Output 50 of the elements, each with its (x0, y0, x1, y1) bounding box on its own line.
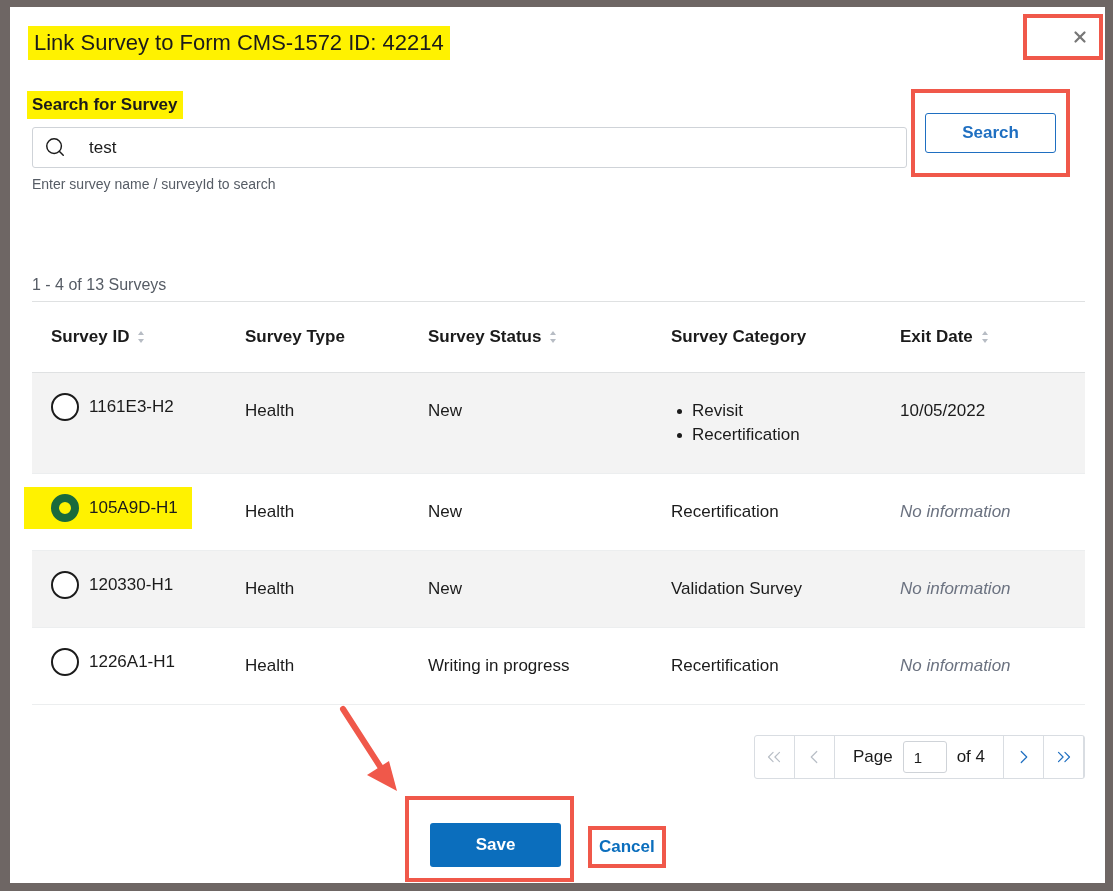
table-cell-text: No information (900, 578, 1012, 600)
table-cell-text: No information (900, 655, 1012, 677)
column-header: Survey ID (51, 326, 130, 349)
table-cell-text: Health (245, 400, 296, 422)
table-cell-text: Health (245, 655, 296, 677)
radio-button[interactable] (51, 494, 79, 522)
column-header: Survey Status (428, 326, 542, 349)
search-icon (44, 136, 66, 158)
sort-icon[interactable] (549, 330, 558, 344)
page-total: of 4 (956, 746, 985, 769)
radio-button[interactable] (51, 648, 79, 676)
search-label: Search for Survey (27, 91, 183, 119)
table-cell-text: New (428, 400, 463, 422)
results-count: 1 - 4 of 13 Surveys (32, 275, 168, 295)
survey-id: 105A9D-H1 (89, 497, 178, 519)
table-cell-text: Health (245, 578, 296, 600)
table-cell-text: Recertification (671, 655, 780, 677)
survey-id: 1226A1-H1 (89, 651, 175, 673)
bullet-icon (677, 432, 682, 438)
bullet-icon (677, 408, 682, 414)
category-item: Recertification (677, 423, 900, 447)
table-cell-text: Health (245, 501, 296, 523)
table-row[interactable]: 1161E3-H2 Health New Revisit Recertification 10/05/2022 (32, 373, 1085, 474)
table-cell-text: No information (900, 501, 1012, 523)
column-header: Exit Date (900, 326, 973, 349)
save-button[interactable]: Save (430, 823, 561, 867)
sort-icon[interactable] (980, 330, 989, 344)
table-cell-text: Writing in progress (428, 655, 571, 677)
search-field[interactable]: test (32, 127, 907, 168)
survey-id: 1161E3-H2 (89, 396, 174, 418)
close-button[interactable] (1071, 28, 1089, 46)
table-cell-text: 10/05/2022 (900, 400, 987, 422)
column-header: Survey Category (671, 326, 807, 349)
table-cell-text: Recertification (671, 501, 780, 523)
radio-button[interactable] (51, 571, 79, 599)
search-hint: Enter survey name / surveyId to search (32, 175, 277, 194)
page-input[interactable]: 1 (902, 741, 947, 773)
table-row[interactable]: 120330-H1 Health New Validation Survey No information (32, 551, 1085, 628)
table-cell-text: Validation Survey (671, 578, 804, 600)
dialog-title: Link Survey to Form CMS-1572 ID: 42214 (28, 26, 450, 60)
radio-button[interactable] (51, 393, 79, 421)
table-cell-text: New (428, 501, 463, 523)
category-item: Revisit (677, 399, 900, 423)
cancel-link[interactable]: Cancel (599, 833, 655, 861)
page-label: Page (852, 746, 893, 769)
column-header: Survey Type (245, 326, 345, 349)
survey-id: 120330-H1 (89, 574, 174, 596)
sort-icon[interactable] (137, 330, 146, 344)
table-cell-text: New (428, 578, 463, 600)
search-button[interactable]: Search (925, 113, 1056, 153)
